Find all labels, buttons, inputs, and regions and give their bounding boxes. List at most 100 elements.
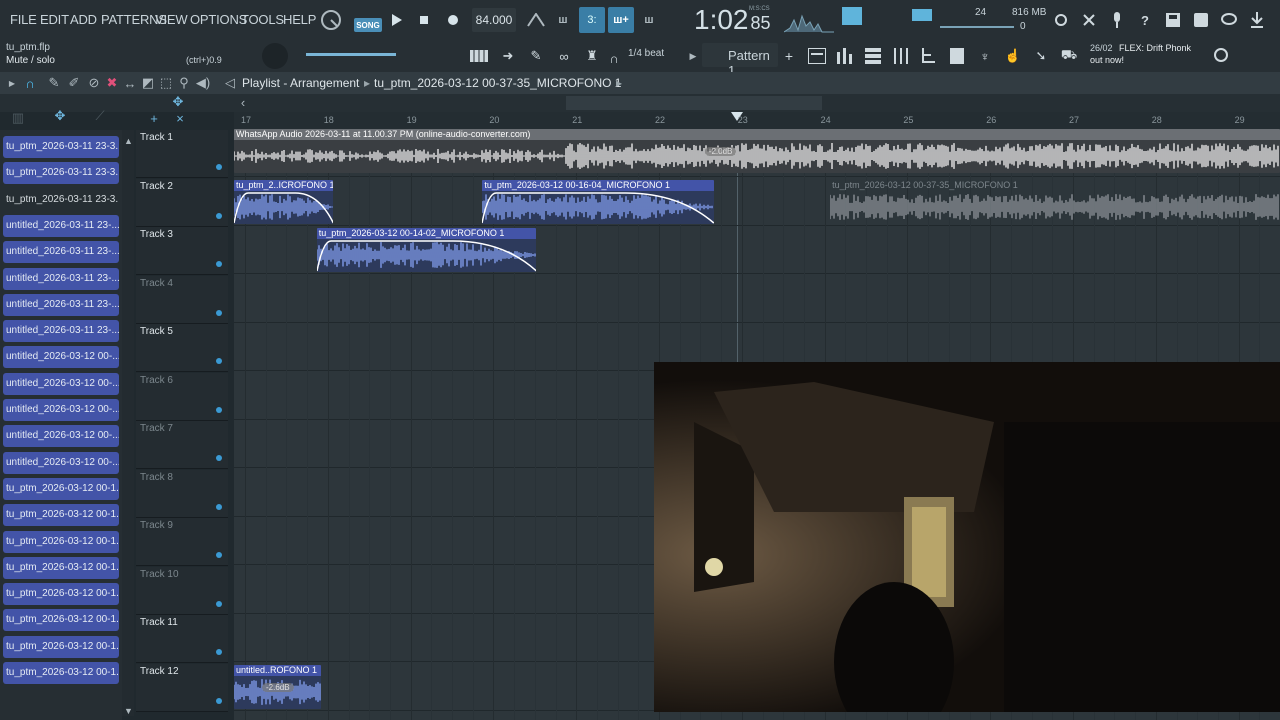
picker-scrollbar[interactable]: ▲ ▼ — [122, 130, 134, 716]
menu-tools[interactable]: TOOLS — [241, 12, 284, 27]
microphone-icon[interactable] — [1108, 10, 1126, 30]
plugin-icon[interactable] — [1192, 10, 1210, 30]
channel-rack-icon[interactable] — [862, 46, 884, 66]
countdown-icon[interactable]: 3: — [579, 7, 605, 33]
browser-icon[interactable] — [918, 46, 940, 66]
audio-clip[interactable]: tu_ptm_2..ICROFONO 1 — [234, 179, 334, 224]
track-enable-led[interactable] — [216, 552, 222, 558]
stamp-icon[interactable]: ♜ — [582, 46, 602, 66]
save-icon[interactable] — [1164, 10, 1182, 30]
piano-roll-icon[interactable] — [468, 46, 490, 66]
picker-item[interactable]: tu_ptm_2026-03-12 00-1... — [3, 504, 119, 527]
picker-item[interactable]: untitled_2026-03-12 00-... — [3, 451, 119, 474]
globe-icon[interactable] — [1212, 46, 1230, 64]
track-header[interactable]: Track 4 — [136, 275, 228, 324]
magnet-icon[interactable]: ∩ — [606, 48, 622, 68]
master-pitch-slider[interactable] — [306, 53, 396, 56]
arrow-icon[interactable]: ➘ — [1030, 46, 1052, 66]
touch-icon[interactable]: ☝ — [1002, 46, 1024, 66]
picker-item[interactable]: untitled_2026-03-12 00-... — [3, 425, 119, 448]
scroll-down-icon[interactable]: ▼ — [124, 706, 133, 716]
slip-tool-icon[interactable]: ↔ — [122, 75, 138, 91]
menu-add[interactable]: ADD — [70, 12, 97, 27]
news-sub[interactable]: out now! — [1090, 55, 1124, 65]
add-track-icon[interactable]: + — [146, 110, 162, 126]
menu-edit[interactable]: EDIT — [40, 12, 69, 27]
picker-item[interactable]: tu_ptm_2026-03-11 23-3... — [3, 136, 119, 158]
picker-item[interactable]: untitled_2026-03-11 23-... — [3, 241, 119, 264]
track-header[interactable]: Track 9 — [136, 518, 228, 566]
track-enable-led[interactable] — [216, 261, 222, 267]
file-icon[interactable] — [946, 46, 968, 66]
picker-item[interactable]: tu_ptm_2026-03-12 00-1... — [3, 530, 119, 553]
picker-toggle-icon[interactable]: ✥ — [50, 108, 70, 124]
picker-item[interactable]: untitled_2026-03-11 23-... — [3, 293, 119, 316]
magnet-snap-icon[interactable]: ∩ — [22, 75, 38, 91]
record-button[interactable] — [444, 10, 462, 30]
clip-volume-badge[interactable]: -2.6dB — [262, 682, 294, 692]
picker-item[interactable]: untitled_2026-03-12 00-... — [3, 399, 119, 421]
track-enable-led[interactable] — [216, 309, 222, 316]
playlist-icon[interactable] — [806, 46, 828, 66]
picker-icon[interactable]: ▥ — [8, 110, 28, 126]
arrow-right-icon[interactable]: ➜ — [498, 46, 518, 66]
track-enable-led[interactable] — [216, 503, 222, 510]
track-enable-led[interactable] — [216, 455, 222, 461]
audio-clip[interactable]: tu_ptm_2026-03-12 00-14-02_MICROFONO 1 — [316, 228, 537, 272]
news-title[interactable]: FLEX: Drift Phonk — [1119, 43, 1191, 53]
track-header[interactable]: Track 10 — [136, 566, 228, 615]
track-header[interactable]: Track 12 — [136, 663, 228, 712]
song-mode-button[interactable]: SONG — [354, 18, 382, 32]
master-volume-knob[interactable] — [318, 9, 344, 31]
undo-icon[interactable] — [1052, 10, 1070, 30]
picker-item[interactable]: tu_ptm_2026-03-12 00-1... — [3, 662, 119, 684]
track-enable-led[interactable] — [216, 649, 222, 655]
link-icon[interactable]: ∞ — [554, 46, 574, 66]
time-display[interactable]: 1:02 85 M:S:CS — [694, 4, 771, 36]
clip-volume-badge[interactable]: -2.0dB — [704, 147, 737, 156]
track-header[interactable]: Track 8 — [136, 469, 228, 518]
step-edit-icon[interactable]: ш+ — [608, 7, 634, 33]
draw-tool-icon[interactable]: ✎ — [46, 75, 62, 91]
brush-icon[interactable]: ✎ — [526, 46, 546, 66]
menu-view[interactable]: VIEW — [155, 12, 188, 27]
track-header[interactable]: Track 1 — [136, 130, 228, 178]
loop-record-icon[interactable]: ш — [638, 10, 660, 30]
scroll-up-icon[interactable]: ▲ — [124, 136, 133, 146]
slice-tool-icon[interactable]: ◩ — [140, 75, 156, 91]
track-header[interactable]: Track 2 — [136, 178, 228, 227]
menu-file[interactable]: FILE — [10, 12, 37, 27]
playback-tool-icon[interactable]: ◀) — [194, 75, 212, 91]
track-enable-led[interactable] — [216, 697, 222, 704]
picker-item[interactable]: tu_ptm_2026-03-11 23-3... — [3, 189, 119, 211]
wait-input-icon[interactable]: ш — [552, 10, 574, 30]
menu-help[interactable]: HELP — [283, 12, 316, 27]
select-tool-icon[interactable]: ⬚ — [158, 75, 174, 91]
zoom-tool-icon[interactable]: ⚲ — [176, 75, 192, 91]
scroll-left-icon[interactable]: ‹ — [236, 95, 250, 110]
picker-item[interactable]: untitled_2026-03-11 23-... — [3, 320, 119, 343]
tempo-display[interactable]: 84.000 — [472, 8, 516, 32]
picker-item[interactable]: untitled_2026-03-12 00-... — [3, 372, 119, 395]
picker-item[interactable]: tu_ptm_2026-03-11 23-3... — [3, 162, 119, 185]
overview-scrollbar[interactable] — [566, 96, 822, 110]
track-header[interactable]: Track 6 — [136, 372, 228, 421]
mixer-bars-icon[interactable] — [834, 46, 856, 66]
pitch-knob[interactable] — [262, 43, 288, 69]
track-enable-led[interactable] — [216, 358, 222, 364]
track-enable-led[interactable] — [216, 212, 222, 219]
pattern-prev-icon[interactable]: ▶ — [686, 48, 700, 64]
paint-tool-icon[interactable]: ✐ — [66, 75, 82, 91]
help-icon[interactable]: ? — [1136, 10, 1154, 30]
scroll-snap-icon[interactable]: ✥ — [170, 94, 186, 110]
track-enable-led[interactable] — [216, 164, 222, 170]
picker-item[interactable]: tu_ptm_2026-03-12 00-1... — [3, 556, 119, 579]
picker-item[interactable]: untitled_2026-03-12 00-... — [3, 346, 119, 369]
timeline-ruler[interactable]: 17 18 19 20 21 22 23 24 25 26 27 28 29 — [234, 112, 1280, 129]
track-header[interactable]: Track 3 — [136, 227, 228, 275]
picker-item[interactable]: tu_ptm_2026-03-12 00-1... — [3, 583, 119, 606]
track-header[interactable]: Track 5 — [136, 324, 228, 372]
picker-item[interactable]: untitled_2026-03-11 23-... — [3, 267, 119, 290]
playlist-arrow-icon[interactable]: ◁ — [222, 75, 238, 91]
menu-options[interactable]: OPTIONS — [190, 12, 247, 27]
